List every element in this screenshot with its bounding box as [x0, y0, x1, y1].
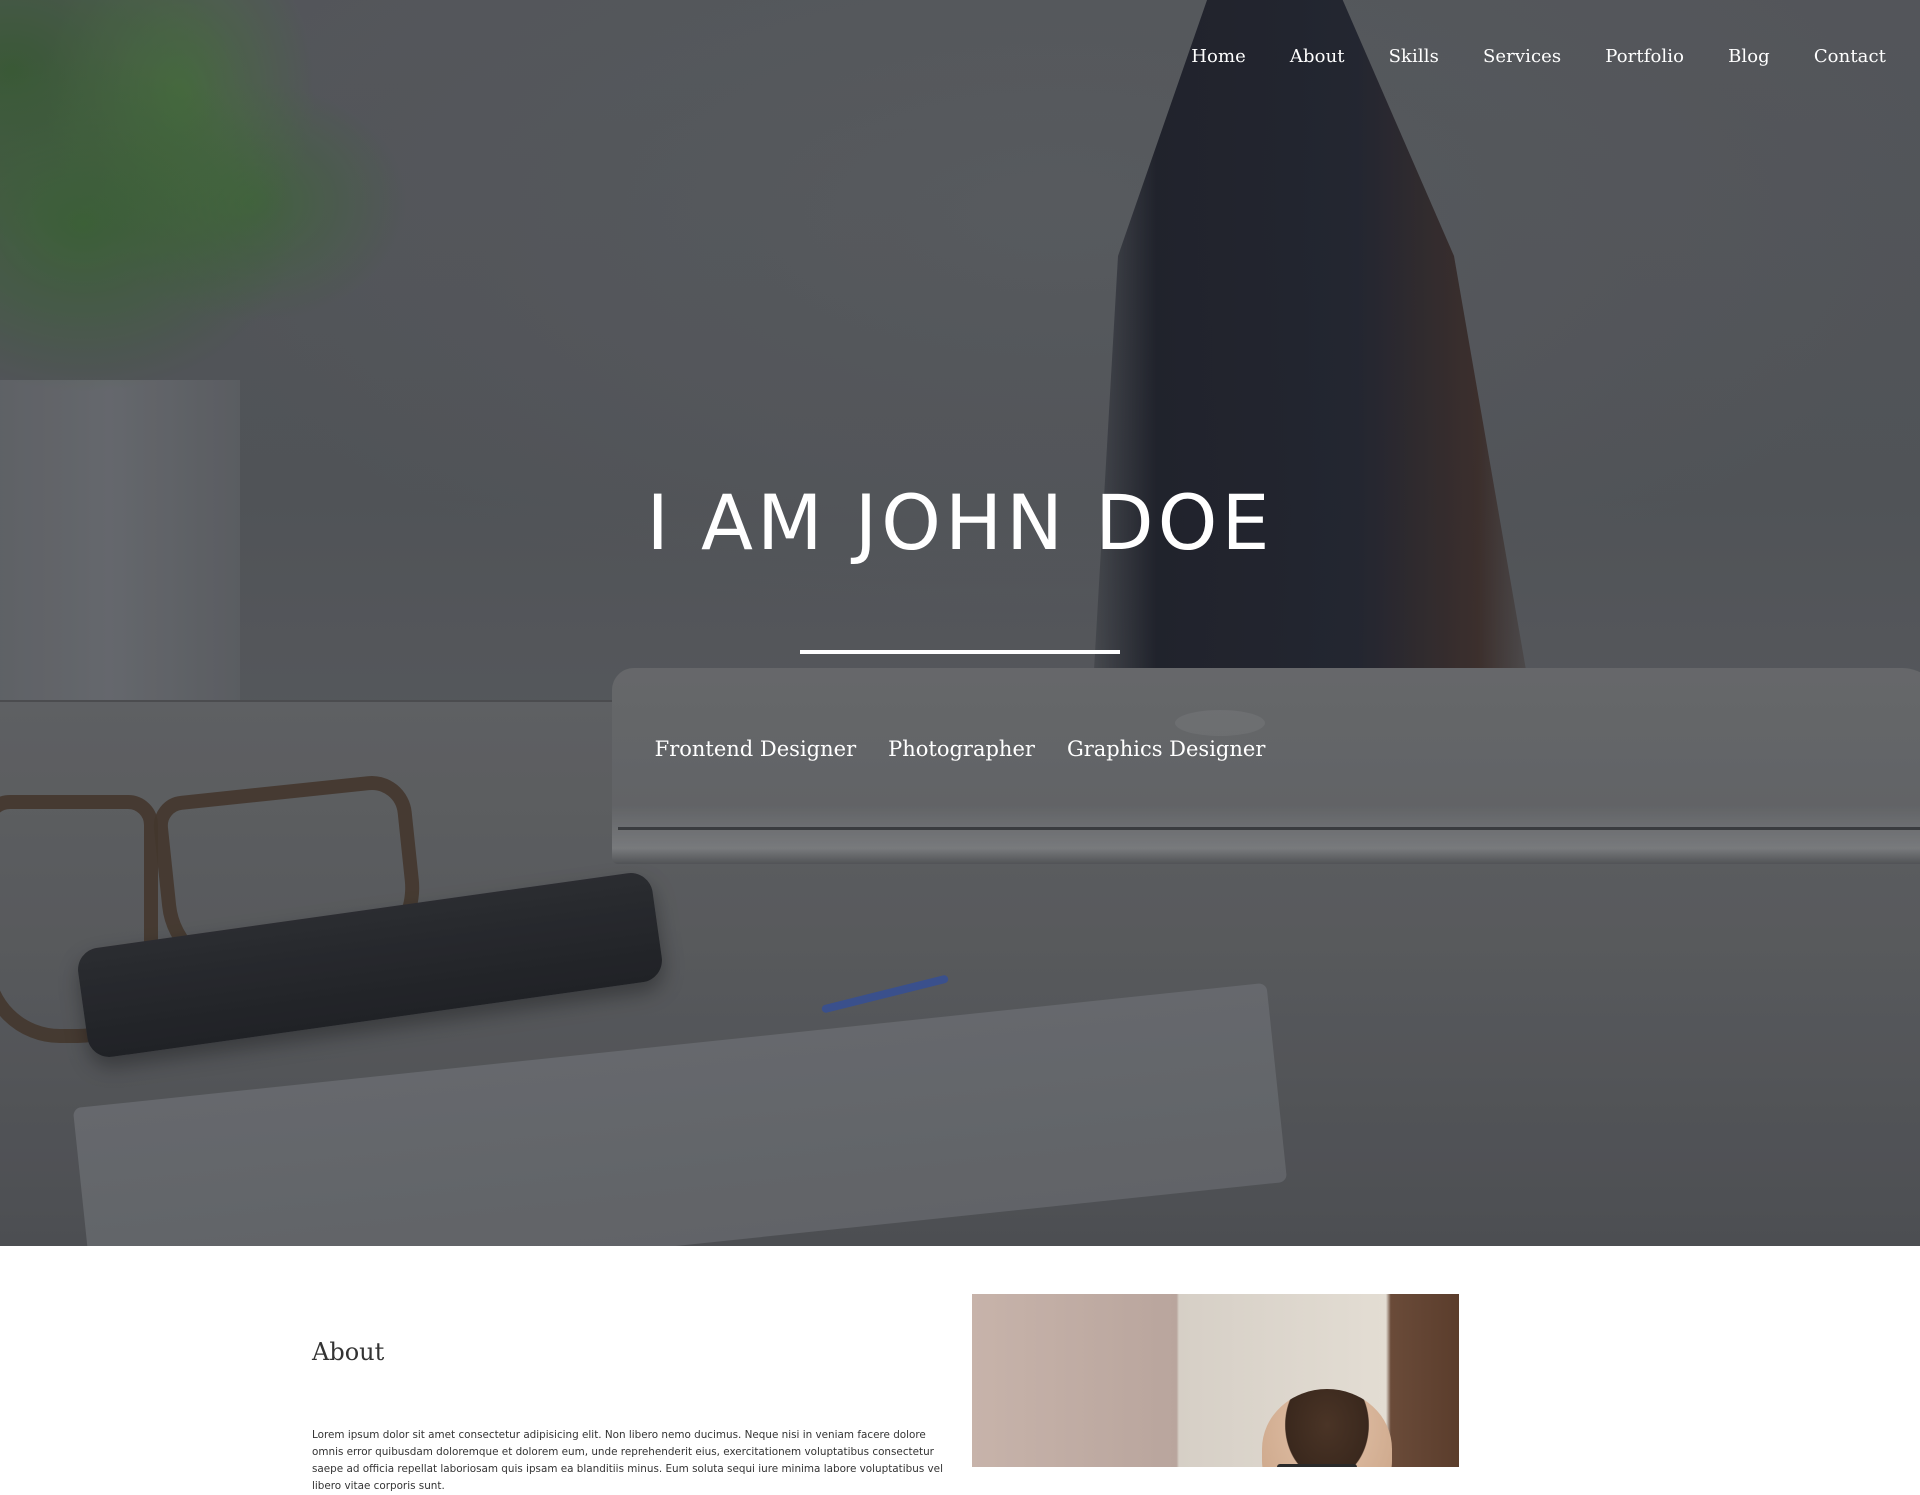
nav-item-about[interactable]: About — [1290, 46, 1345, 67]
hero-divider — [800, 650, 1120, 654]
role-photographer: Photographer — [888, 737, 1035, 761]
hero-section: Home About Skills Services Portfolio Blo… — [0, 0, 1920, 1246]
hero-title: I AM JOHN DOE — [646, 478, 1274, 567]
hero-roles: Frontend Designer Photographer Graphics … — [0, 737, 1920, 761]
about-photo-person — [1262, 1389, 1392, 1467]
about-photo — [972, 1294, 1459, 1467]
about-section: About Lorem ipsum dolor sit amet consect… — [0, 1246, 1920, 1492]
nav-item-portfolio[interactable]: Portfolio — [1605, 46, 1684, 67]
main-nav: Home About Skills Services Portfolio Blo… — [1147, 46, 1886, 67]
nav-item-blog[interactable]: Blog — [1728, 46, 1770, 67]
nav-item-contact[interactable]: Contact — [1814, 46, 1886, 67]
nav-item-skills[interactable]: Skills — [1389, 46, 1439, 67]
hero-overlay — [0, 0, 1920, 1246]
role-frontend-designer: Frontend Designer — [654, 737, 857, 761]
about-text: Lorem ipsum dolor sit amet consectetur a… — [312, 1429, 943, 1492]
role-graphics-designer: Graphics Designer — [1066, 737, 1266, 761]
nav-item-home[interactable]: Home — [1191, 46, 1246, 67]
nav-item-services[interactable]: Services — [1483, 46, 1561, 67]
about-heading: About — [312, 1338, 385, 1366]
